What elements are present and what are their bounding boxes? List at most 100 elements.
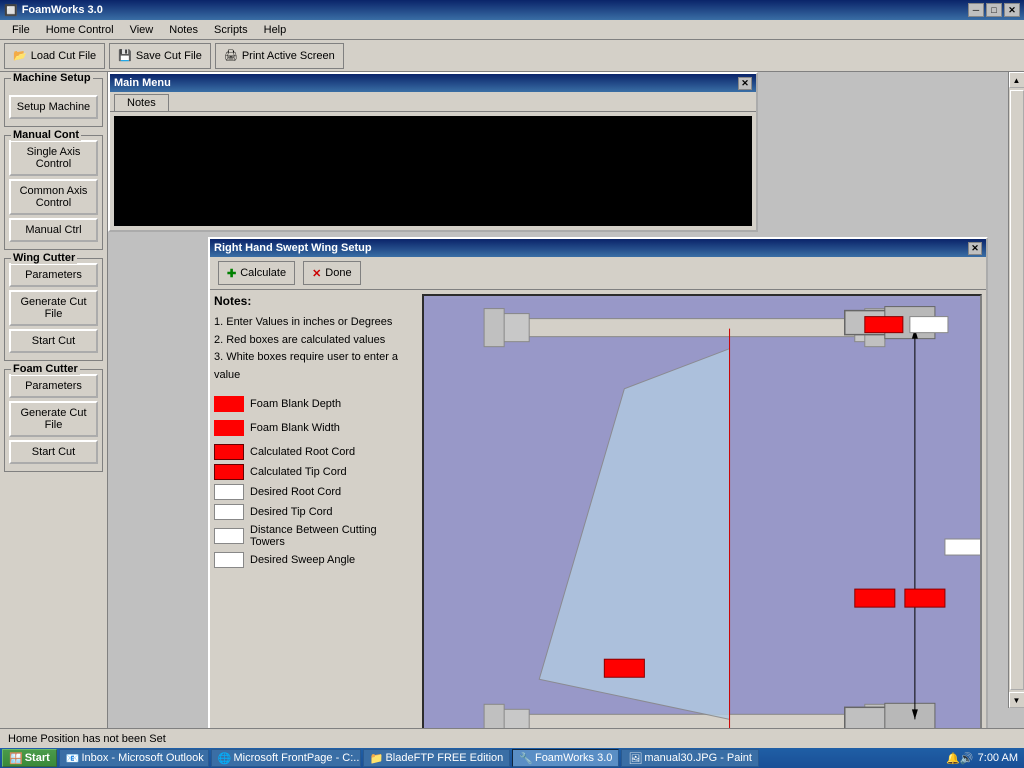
field-label-desired-root-cord: Desired Root Cord	[250, 486, 341, 498]
close-button[interactable]: ✕	[1004, 3, 1020, 17]
start-button[interactable]: 🪟 Start	[2, 749, 57, 767]
scrollbar: ▲ ▼	[1008, 72, 1024, 708]
maximize-button[interactable]: □	[986, 3, 1002, 17]
wing-cutter-generate-cut-file-button[interactable]: Generate Cut File	[9, 290, 98, 326]
load-icon: 📂	[13, 49, 27, 62]
done-button[interactable]: ✕ Done	[303, 261, 361, 285]
main-window-area: Main Menu ✕ Notes Right Hand Swept Wing …	[108, 72, 1024, 728]
field-box-distance-between-towers[interactable]	[214, 528, 244, 544]
legend-red-box-2	[214, 420, 244, 436]
legend-item-foam-blank-depth: Foam Blank Depth	[214, 396, 414, 412]
foamworks-icon: 🔧	[519, 752, 533, 765]
legend-item-foam-blank-width: Foam Blank Width	[214, 420, 414, 436]
title-bar-controls: ─ □ ✕	[968, 3, 1020, 17]
notes-text: 1. Enter Values in inches or Degrees 2. …	[214, 314, 414, 384]
foam-cutter-label: Foam Cutter	[11, 363, 80, 375]
scroll-down-button[interactable]: ▼	[1009, 692, 1024, 708]
dialog-title: Right Hand Swept Wing Setup	[214, 242, 372, 254]
taskbar-item-foamworks[interactable]: 🔧 FoamWorks 3.0	[512, 749, 619, 767]
taskbar-item-frontpage[interactable]: 🌐 Microsoft FrontPage - C:...	[211, 749, 361, 767]
notes-title: Notes:	[214, 294, 414, 308]
main-menu-window: Main Menu ✕ Notes	[108, 72, 758, 232]
scroll-thumb[interactable]	[1010, 90, 1024, 690]
ftp-icon: 📁	[370, 752, 384, 765]
field-box-calculated-tip-cord[interactable]	[214, 464, 244, 480]
menu-notes[interactable]: Notes	[161, 22, 206, 38]
menu-file[interactable]: File	[4, 22, 38, 38]
main-menu-title-bar: Main Menu ✕	[110, 74, 756, 92]
field-box-calculated-root-cord[interactable]	[214, 444, 244, 460]
field-label-calculated-root-cord: Calculated Root Cord	[250, 446, 355, 458]
field-desired-root-cord: Desired Root Cord	[214, 484, 414, 500]
print-icon: 🖨	[224, 49, 238, 62]
wing-diagram	[422, 294, 982, 728]
menu-view[interactable]: View	[122, 22, 162, 38]
field-box-desired-root-cord[interactable]	[214, 484, 244, 500]
menu-scripts[interactable]: Scripts	[206, 22, 256, 38]
note-2: 2. Red boxes are calculated values	[214, 332, 414, 350]
wing-cutter-start-cut-button[interactable]: Start Cut	[9, 329, 98, 353]
save-icon: 💾	[118, 49, 132, 62]
notes-panel: Notes: 1. Enter Values in inches or Degr…	[214, 294, 414, 728]
taskbar-item-bladeftp[interactable]: 📁 BladeFTP FREE Edition	[363, 749, 511, 767]
wing-cutter-parameters-button[interactable]: Parameters	[9, 263, 98, 287]
field-distance-between-towers: Distance Between Cutting Towers	[214, 524, 414, 548]
paint-icon: 🖼	[628, 752, 642, 765]
foam-cutter-generate-cut-file-button[interactable]: Generate Cut File	[9, 401, 98, 437]
dialog-content: Notes: 1. Enter Values in inches or Degr…	[210, 290, 986, 728]
field-label-desired-tip-cord: Desired Tip Cord	[250, 506, 333, 518]
taskbar: 🪟 Start 📧 Inbox - Microsoft Outlook 🌐 Mi…	[0, 748, 1024, 768]
taskbar-icons: 🔔🔊	[946, 752, 973, 765]
field-box-desired-tip-cord[interactable]	[214, 504, 244, 520]
toolbar: 📂 Load Cut File 💾 Save Cut File 🖨 Print …	[0, 40, 1024, 72]
field-label-distance-between-towers: Distance Between Cutting Towers	[250, 524, 414, 548]
manual-ctrl-button[interactable]: Manual Ctrl	[9, 218, 98, 242]
main-menu-title: Main Menu	[114, 77, 171, 89]
title-bar: 🔲 FoamWorks 3.0 ─ □ ✕	[0, 0, 1024, 20]
swept-wing-dialog: Right Hand Swept Wing Setup ✕ ✚ Calculat…	[208, 237, 988, 728]
menu-home-control[interactable]: Home Control	[38, 22, 122, 38]
calculate-icon: ✚	[227, 267, 236, 280]
fields: Calculated Root Cord Calculated Tip Cord…	[214, 444, 414, 568]
wing-diagram-svg	[424, 296, 980, 728]
machine-setup-label: Machine Setup	[11, 72, 93, 84]
field-label-calculated-tip-cord: Calculated Tip Cord	[250, 466, 347, 478]
dialog-toolbar: ✚ Calculate ✕ Done	[210, 257, 986, 290]
calculate-button[interactable]: ✚ Calculate	[218, 261, 295, 285]
taskbar-item-outlook[interactable]: 📧 Inbox - Microsoft Outlook	[59, 749, 209, 767]
manual-control-label: Manual Cont	[11, 129, 81, 141]
app-title: FoamWorks 3.0	[22, 4, 103, 16]
taskbar-item-paint[interactable]: 🖼 manual30.JPG - Paint	[621, 749, 759, 767]
dialog-close-button[interactable]: ✕	[968, 242, 982, 255]
note-1: 1. Enter Values in inches or Degrees	[214, 314, 414, 332]
main-menu-close-button[interactable]: ✕	[738, 77, 752, 90]
save-cut-file-button[interactable]: 💾 Save Cut File	[109, 43, 211, 69]
common-axis-control-button[interactable]: Common Axis Control	[9, 179, 98, 215]
foam-cutter-parameters-button[interactable]: Parameters	[9, 374, 98, 398]
menu-help[interactable]: Help	[256, 22, 295, 38]
notes-tab[interactable]: Notes	[114, 94, 169, 111]
minimize-button[interactable]: ─	[968, 3, 984, 17]
title-bar-left: 🔲 FoamWorks 3.0	[4, 4, 103, 17]
load-cut-file-button[interactable]: 📂 Load Cut File	[4, 43, 105, 69]
main-menu-content	[114, 116, 752, 226]
legend: Foam Blank Depth Foam Blank Width	[214, 396, 414, 436]
wing-cutter-group: Wing Cutter Parameters Generate Cut File…	[4, 258, 103, 361]
taskbar-right: 🔔🔊 7:00 AM	[942, 752, 1022, 765]
print-active-screen-button[interactable]: 🖨 Print Active Screen	[215, 43, 344, 69]
scroll-up-button[interactable]: ▲	[1009, 72, 1024, 88]
field-desired-tip-cord: Desired Tip Cord	[214, 504, 414, 520]
status-message: Home Position has not been Set	[8, 733, 166, 745]
legend-red-box-1	[214, 396, 244, 412]
setup-machine-button[interactable]: Setup Machine	[9, 95, 98, 119]
field-box-desired-sweep-angle[interactable]	[214, 552, 244, 568]
foam-cutter-start-cut-button[interactable]: Start Cut	[9, 440, 98, 464]
manual-control-group: Manual Cont Single Axis Control Common A…	[4, 135, 103, 250]
single-axis-control-button[interactable]: Single Axis Control	[9, 140, 98, 176]
taskbar-time: 7:00 AM	[978, 752, 1018, 764]
main-area: Machine Setup Setup Machine Manual Cont …	[0, 72, 1024, 728]
main-menu-tabs: Notes	[110, 92, 756, 112]
start-icon: 🪟	[9, 752, 23, 765]
machine-setup-group: Machine Setup Setup Machine	[4, 78, 103, 127]
field-label-desired-sweep-angle: Desired Sweep Angle	[250, 554, 355, 566]
